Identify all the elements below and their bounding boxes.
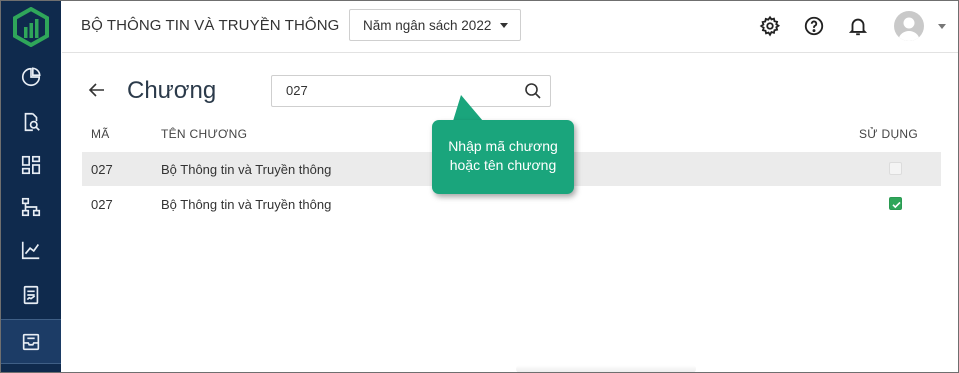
sidebar <box>1 1 61 372</box>
organization-title: BỘ THÔNG TIN VÀ TRUYỀN THÔNG <box>81 17 340 34</box>
bottom-shadow <box>516 365 696 372</box>
search-hint-tooltip: Nhập mã chương hoặc tên chương <box>432 120 574 194</box>
column-header-code: MÃ <box>91 127 110 141</box>
top-bar: BỘ THÔNG TIN VÀ TRUYỀN THÔNG Năm ngân sá… <box>62 1 958 53</box>
column-header-in-use: SỬ DỤNG <box>859 127 919 141</box>
tooltip-pointer <box>453 95 483 121</box>
help-icon[interactable] <box>803 15 825 37</box>
column-header-name: TÊN CHƯƠNG <box>161 127 248 141</box>
page-title: Chương <box>127 77 217 104</box>
check-icon <box>892 201 901 209</box>
sidebar-item-lookup[interactable] <box>1 102 61 142</box>
app-window: BỘ THÔNG TIN VÀ TRUYỀN THÔNG Năm ngân sá… <box>0 0 959 373</box>
pie-chart-icon <box>21 67 41 87</box>
budget-year-value: Năm ngân sách 2022 <box>363 18 492 33</box>
in-use-checkbox[interactable] <box>889 162 902 175</box>
sidebar-item-reports[interactable] <box>1 275 61 315</box>
document-search-icon <box>24 112 40 132</box>
chevron-down-icon[interactable] <box>938 24 946 29</box>
sidebar-item-structure[interactable] <box>1 187 61 227</box>
app-logo[interactable] <box>11 7 51 47</box>
sidebar-item-dashboard[interactable] <box>1 145 61 185</box>
user-icon <box>898 17 920 41</box>
avatar[interactable] <box>894 11 924 41</box>
line-chart-icon <box>21 241 40 260</box>
sidebar-item-catalog[interactable] <box>1 319 61 364</box>
search-field[interactable] <box>271 75 551 107</box>
budget-year-select[interactable]: Năm ngân sách 2022 <box>349 9 521 41</box>
hierarchy-icon <box>21 197 41 217</box>
dashboard-grid-icon <box>21 155 41 175</box>
inbox-icon <box>22 333 40 350</box>
sidebar-item-analytics[interactable] <box>1 230 61 270</box>
in-use-checkbox[interactable] <box>889 197 902 210</box>
cell-name: Bộ Thông tin và Truyền thông <box>161 197 332 212</box>
cell-code: 027 <box>91 197 113 212</box>
gear-icon[interactable] <box>759 15 781 37</box>
sidebar-item-overview[interactable] <box>1 57 61 97</box>
caret-down-icon <box>500 23 508 28</box>
report-icon <box>23 285 39 305</box>
bell-icon[interactable] <box>847 15 869 37</box>
tooltip-line-2: hoặc tên chương <box>449 157 557 173</box>
search-icon[interactable] <box>524 82 542 100</box>
tooltip-line-1: Nhập mã chương <box>448 138 558 154</box>
cell-code: 027 <box>91 162 113 177</box>
back-arrow-icon[interactable] <box>87 81 107 99</box>
cell-name: Bộ Thông tin và Truyền thông <box>161 162 332 177</box>
